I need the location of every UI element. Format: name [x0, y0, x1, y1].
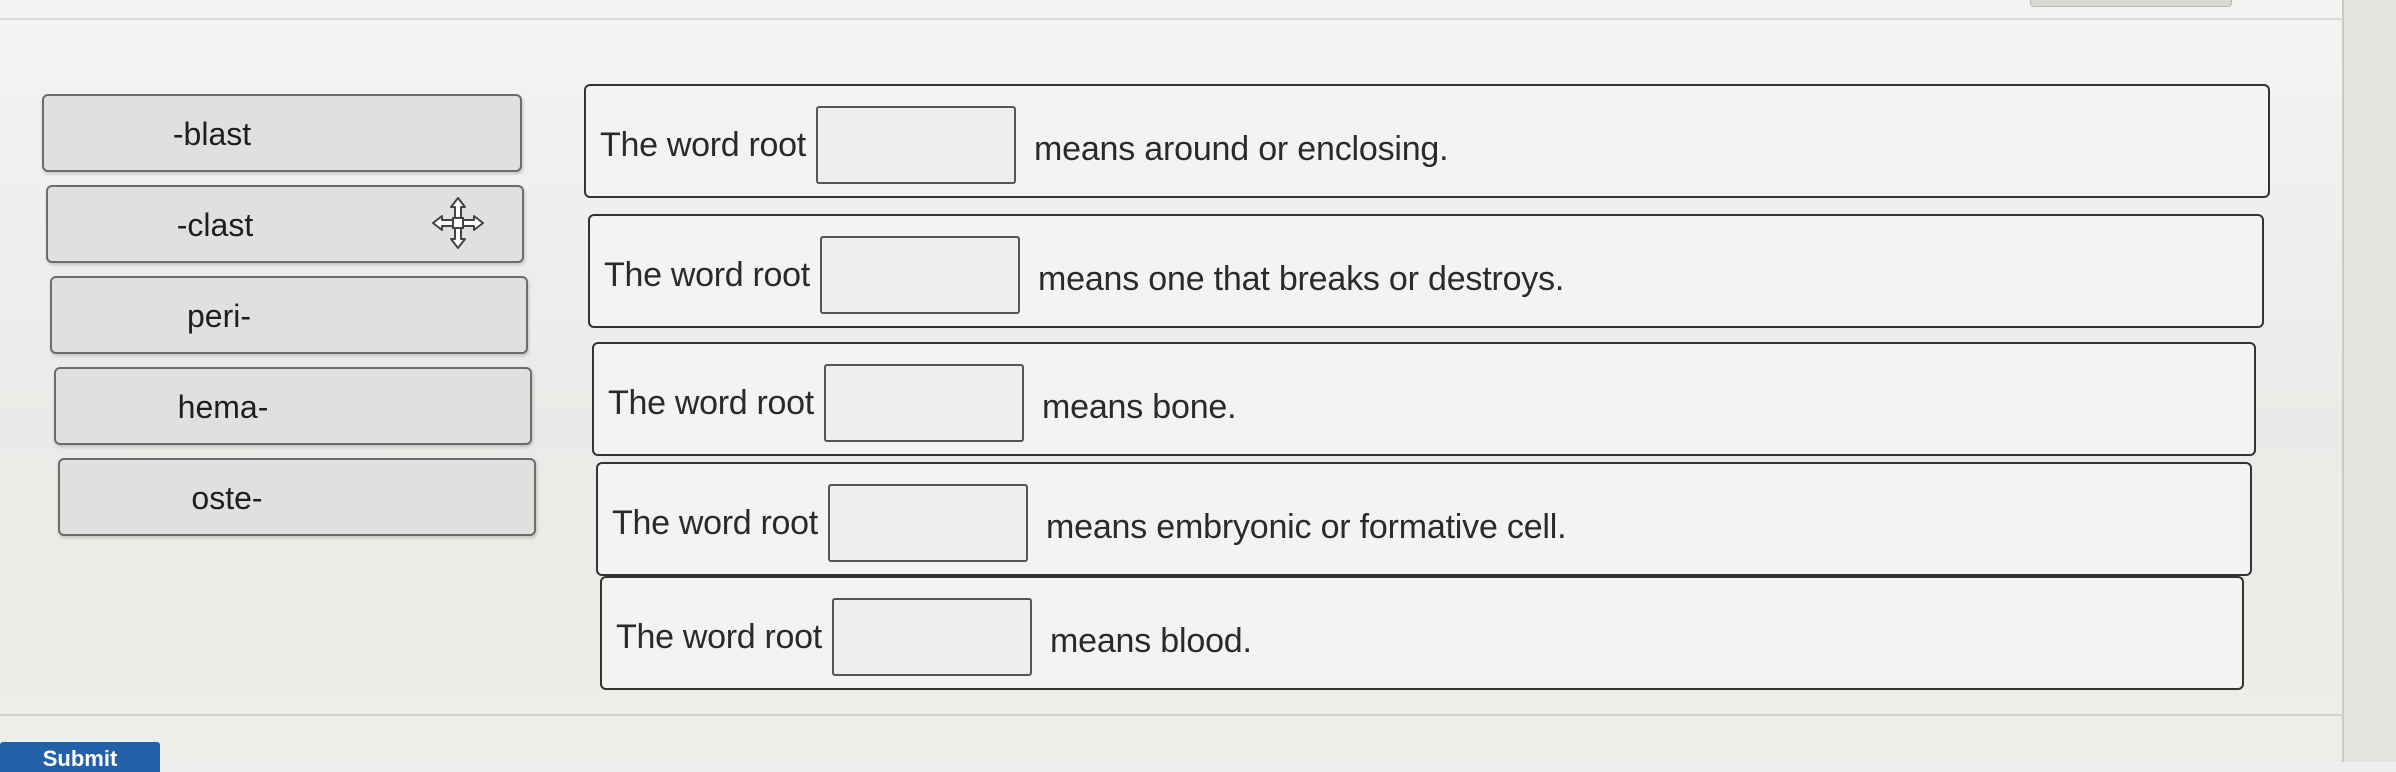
term-tile-clast[interactable]: -clast — [46, 185, 524, 263]
answer-drop-target[interactable] — [820, 236, 1020, 314]
matching-exercise: -blast -clast peri- hema- oste- The word… — [0, 0, 2396, 772]
row-lead-text: The word root — [600, 126, 806, 164]
move-arrows-icon — [432, 197, 484, 249]
bottom-divider — [0, 714, 2344, 716]
term-label: peri- — [186, 298, 251, 334]
right-scroll-area — [2342, 0, 2396, 762]
term-label: hema- — [177, 389, 269, 425]
sentence-row: The word root means bone. — [592, 342, 2256, 456]
submit-button[interactable]: Submit — [0, 742, 160, 772]
term-tile-blast[interactable]: -blast — [42, 94, 522, 172]
term-tile-peri[interactable]: peri- — [50, 276, 528, 354]
term-tile-oste[interactable]: oste- — [58, 458, 536, 536]
answer-drop-target[interactable] — [816, 106, 1016, 184]
sentence-row: The word root means blood. — [600, 576, 2244, 690]
sentence-row: The word root means one that breaks or d… — [588, 214, 2264, 328]
top-toolbar-button[interactable] — [2030, 0, 2232, 7]
sentence-row: The word root means around or enclosing. — [584, 84, 2270, 198]
term-tile-hema[interactable]: hema- — [54, 367, 532, 445]
row-lead-text: The word root — [612, 504, 818, 542]
term-label: -blast — [172, 116, 252, 152]
row-lead-text: The word root — [604, 256, 810, 294]
row-definition-text: means embryonic or formative cell. — [1046, 508, 1567, 546]
row-lead-text: The word root — [616, 618, 822, 656]
sentence-row: The word root means embryonic or formati… — [596, 462, 2252, 576]
row-definition-text: means one that breaks or destroys. — [1038, 260, 1565, 298]
answer-drop-target[interactable] — [824, 364, 1024, 442]
top-divider — [0, 18, 2396, 20]
term-label: -clast — [176, 207, 254, 243]
term-label: oste- — [191, 480, 263, 516]
answer-drop-target[interactable] — [828, 484, 1028, 562]
row-definition-text: means bone. — [1042, 388, 1237, 426]
row-definition-text: means around or enclosing. — [1034, 130, 1449, 168]
row-lead-text: The word root — [608, 384, 814, 422]
row-definition-text: means blood. — [1050, 622, 1252, 660]
answer-drop-target[interactable] — [832, 598, 1032, 676]
